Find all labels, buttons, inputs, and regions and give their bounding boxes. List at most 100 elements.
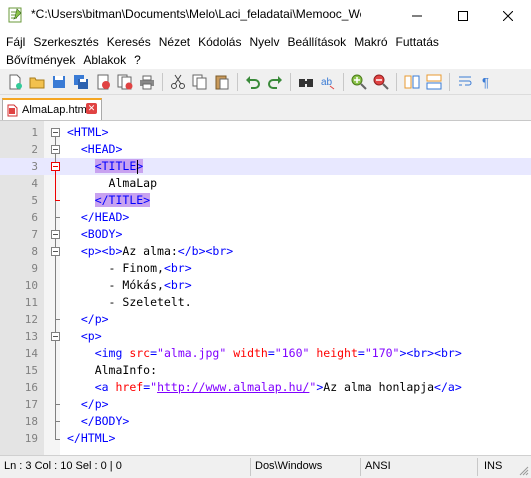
- copy-button[interactable]: [189, 72, 210, 92]
- minimize-icon: [412, 15, 422, 16]
- fold-body-icon[interactable]: [51, 230, 60, 239]
- zoom-in-button[interactable]: [348, 72, 369, 92]
- code-text: </HTML>: [67, 431, 116, 445]
- tab-bar: AlmaLap.htm ✕: [0, 96, 531, 121]
- status-bar: Ln : 3 Col : 10 Sel : 0 | 0 Dos\Windows …: [0, 455, 531, 478]
- code-line: 8 <p><b>Az alma:</b><br>: [0, 243, 531, 260]
- line-number: 17: [24, 398, 38, 411]
- fold-head-icon[interactable]: [51, 145, 60, 154]
- undo-icon: [245, 75, 260, 89]
- sync-horizontal-button[interactable]: [423, 72, 444, 92]
- menu-search[interactable]: Keresés: [103, 35, 155, 49]
- line-number: 12: [24, 313, 38, 326]
- toolbar-separator: [396, 72, 397, 91]
- line-number: 6: [31, 211, 38, 224]
- fold-paragraph-icon[interactable]: [51, 332, 60, 341]
- menu-window[interactable]: Ablakok: [79, 53, 130, 67]
- code-text: </p>: [80, 312, 109, 326]
- menu-settings[interactable]: Beállítások: [283, 35, 350, 49]
- fold-title-icon[interactable]: [51, 162, 60, 171]
- line-number: 2: [31, 143, 38, 156]
- line-number: 10: [24, 279, 38, 292]
- tab-almalap[interactable]: AlmaLap.htm ✕: [2, 98, 102, 120]
- zoom-out-icon: [373, 74, 389, 90]
- line-number: 8: [31, 245, 38, 258]
- find-button[interactable]: [295, 72, 316, 92]
- line-number: 16: [24, 381, 38, 394]
- code-line: 14 <img src="alma.jpg" width="160" heigh…: [0, 345, 531, 362]
- code-text: - Finom,<br>: [108, 261, 192, 275]
- code-text: <a href="http://www.almalap.hu/">Az alma…: [94, 380, 462, 394]
- close-window-button[interactable]: [485, 0, 531, 31]
- code-line: 18 </BODY>: [0, 413, 531, 430]
- code-line: 9 - Finom,<br>: [0, 260, 531, 277]
- menu-row-1: Fájl Szerkesztés Keresés Nézet Kódolás N…: [2, 32, 443, 51]
- fold-guide: [55, 171, 56, 200]
- menu-row-2: Bővítmények Ablakok ?: [2, 50, 145, 69]
- tab-close-button[interactable]: ✕: [86, 103, 97, 114]
- tab-label: AlmaLap.htm: [22, 104, 87, 116]
- cut-button[interactable]: [167, 72, 188, 92]
- replace-button[interactable]: ab: [317, 72, 338, 92]
- code-line-current: 3 <TITLE>: [0, 158, 531, 175]
- window-title: *C:\Users\bitman\Documents\Melo\Laci_fel…: [31, 7, 361, 21]
- menu-run[interactable]: Futtatás: [392, 35, 443, 49]
- menu-edit[interactable]: Szerkesztés: [29, 35, 102, 49]
- menu-plugins[interactable]: Bővítmények: [2, 53, 79, 67]
- resize-grip-icon[interactable]: [519, 466, 529, 476]
- code-line: 1 <HTML>: [0, 124, 531, 141]
- status-separator: [250, 458, 251, 476]
- sync-vertical-button[interactable]: [401, 72, 422, 92]
- code-text: <HTML>: [67, 125, 109, 139]
- fold-html-icon[interactable]: [51, 128, 60, 137]
- code-text: </HEAD>: [80, 210, 130, 224]
- maximize-button[interactable]: [440, 0, 486, 31]
- save-all-button[interactable]: [70, 72, 91, 92]
- undo-button[interactable]: [242, 72, 263, 92]
- code-line: 13 <p>: [0, 328, 531, 345]
- toolbar-separator: [449, 72, 450, 91]
- code-text: <p><b>Az alma:</b><br>: [80, 244, 234, 258]
- code-text: <TITLE>: [94, 159, 144, 173]
- close-file-button[interactable]: [92, 72, 113, 92]
- new-file-icon: [9, 74, 22, 89]
- zoom-out-button[interactable]: [370, 72, 391, 92]
- line-number: 14: [24, 347, 38, 360]
- code-editor[interactable]: 1 <HTML> 2 <HEAD> 3 <TITLE> 4 AlmaLap 5 …: [0, 121, 531, 455]
- redo-icon: [267, 75, 282, 89]
- redo-button[interactable]: [264, 72, 285, 92]
- code-line: 17 </p>: [0, 396, 531, 413]
- minimize-button[interactable]: [394, 0, 440, 31]
- fold-guide: [55, 256, 56, 332]
- maximize-icon: [458, 10, 468, 21]
- fold-guide: [55, 239, 56, 247]
- status-separator: [477, 458, 478, 476]
- save-button[interactable]: [48, 72, 69, 92]
- fold-paragraph-icon[interactable]: [51, 247, 60, 256]
- menu-file[interactable]: Fájl: [2, 35, 29, 49]
- paste-button[interactable]: [211, 72, 232, 92]
- copy-icon: [192, 74, 206, 89]
- save-all-icon: [73, 74, 88, 89]
- line-number: 15: [24, 364, 38, 377]
- menu-help[interactable]: ?: [130, 53, 145, 67]
- notepad-plus-plus-icon: [8, 7, 22, 23]
- menu-macro[interactable]: Makró: [350, 35, 391, 49]
- new-file-button[interactable]: [4, 72, 25, 92]
- word-wrap-button[interactable]: [454, 72, 475, 92]
- cut-icon: [170, 74, 185, 89]
- code-text: <p>: [80, 329, 102, 343]
- unsaved-file-icon: [7, 104, 18, 116]
- fold-end-marker: [55, 421, 60, 422]
- code-text: - Mókás,<br>: [108, 278, 192, 292]
- show-all-chars-button[interactable]: ¶: [476, 72, 497, 92]
- print-button[interactable]: [136, 72, 157, 92]
- fold-end-marker: [55, 319, 60, 320]
- menu-view[interactable]: Nézet: [155, 35, 194, 49]
- open-file-button[interactable]: [26, 72, 47, 92]
- word-wrap-icon: [458, 76, 471, 85]
- code-line: 16 <a href="http://www.almalap.hu/">Az a…: [0, 379, 531, 396]
- menu-encoding[interactable]: Kódolás: [194, 35, 245, 49]
- close-all-button[interactable]: [114, 72, 135, 92]
- menu-language[interactable]: Nyelv: [245, 35, 283, 49]
